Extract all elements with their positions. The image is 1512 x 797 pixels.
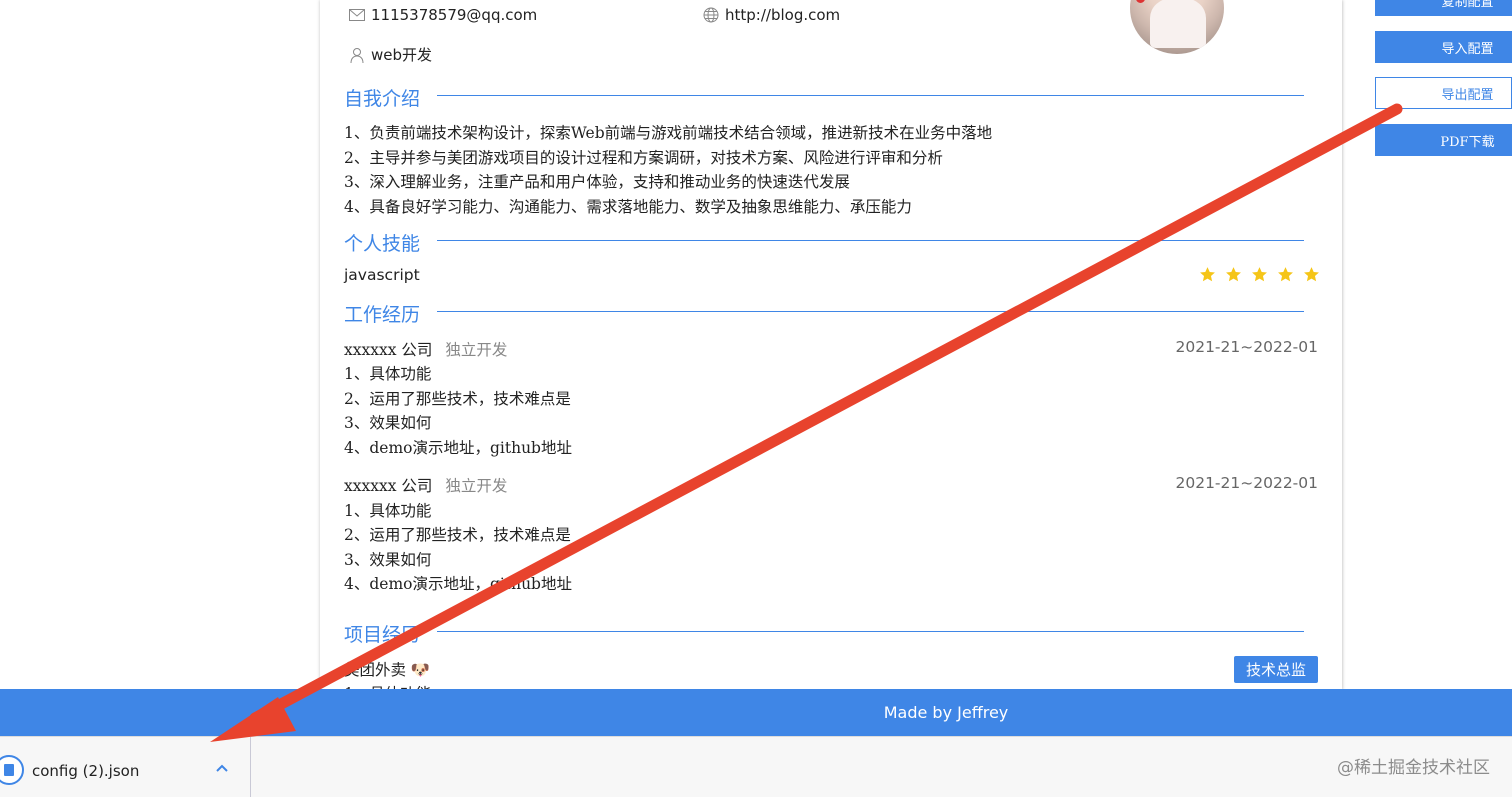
- avatar: [1130, 0, 1224, 54]
- file-icon: [0, 755, 24, 785]
- section-divider: [437, 95, 1304, 96]
- resume-sheet: 1115378579@qq.com http://blog.com web开发 …: [320, 0, 1342, 690]
- globe-icon: [703, 7, 719, 23]
- section-divider: [437, 240, 1304, 241]
- work-line: 4、demo演示地址，github地址: [344, 439, 572, 457]
- download-bar: config (2).json @稀土掘金技术社区: [0, 736, 1512, 797]
- import-config-button[interactable]: 导入配置: [1375, 31, 1512, 63]
- star-icon: [1252, 267, 1267, 282]
- work-line: 3、效果如何: [344, 551, 432, 569]
- work-period: 2021-21~2022-01: [1175, 474, 1318, 492]
- intro-line: 3、深入理解业务，注重产品和用户体验，支持和推动业务的快速迭代发展: [344, 173, 850, 191]
- intro-line: 1、负责前端技术架构设计，探索Web前端与游戏前端技术结合领域，推进新技术在业务…: [344, 124, 993, 142]
- section-title-work: 工作经历: [344, 304, 421, 326]
- work-position: 独立开发: [445, 341, 508, 359]
- work-line: 1、具体功能: [344, 365, 432, 383]
- work-line: 4、demo演示地址，github地址: [344, 575, 572, 593]
- section-title-intro: 自我介绍: [344, 88, 421, 110]
- mail-icon: [349, 9, 365, 21]
- work-line: 2、运用了那些技术，技术难点是: [344, 526, 571, 544]
- project-role-badge: 技术总监: [1233, 656, 1318, 683]
- work-line: 3、效果如何: [344, 414, 432, 432]
- project-name: 美团外卖 🐶: [344, 661, 431, 679]
- intro-line: 2、主导并参与美团游戏项目的设计过程和方案调研，对技术方案、风险进行评审和分析: [344, 149, 943, 167]
- email-contact: 1115378579@qq.com: [349, 6, 537, 24]
- footer-text: Made by Jeffrey: [883, 703, 1009, 722]
- pdf-download-button[interactable]: PDF下载: [1375, 124, 1512, 156]
- role-text: web开发: [371, 46, 433, 64]
- star-icon: [1278, 267, 1293, 282]
- intro-line: 4、具备良好学习能力、沟通能力、需求落地能力、数学及抽象思维能力、承压能力: [344, 198, 912, 216]
- section-title-skills: 个人技能: [344, 233, 421, 255]
- role-contact: web开发: [349, 44, 432, 65]
- work-company: xxxxxx 公司: [344, 477, 433, 495]
- star-icon: [1200, 267, 1215, 282]
- work-line: 2、运用了那些技术，技术难点是: [344, 390, 571, 408]
- watermark: @稀土掘金技术社区: [1337, 758, 1490, 778]
- user-icon: [350, 47, 364, 63]
- work-position: 独立开发: [445, 477, 508, 495]
- work-line: 1、具体功能: [344, 502, 432, 520]
- copy-config-button[interactable]: 复制配置: [1375, 0, 1512, 16]
- export-config-button[interactable]: 导出配置: [1375, 77, 1512, 109]
- work-period: 2021-21~2022-01: [1175, 338, 1318, 356]
- star-icon: [1304, 267, 1319, 282]
- work-header: xxxxxx 公司 独立开发: [344, 474, 507, 496]
- skill-name: javascript: [344, 266, 420, 284]
- blog-text: http://blog.com: [725, 6, 841, 24]
- work-company: xxxxxx 公司: [344, 341, 433, 359]
- section-title-project: 项目经历: [344, 624, 421, 646]
- section-divider: [437, 311, 1304, 312]
- download-file-name[interactable]: config (2).json: [32, 762, 139, 780]
- download-item[interactable]: config (2).json: [0, 737, 251, 797]
- work-header: xxxxxx 公司 独立开发: [344, 338, 507, 360]
- blog-contact: http://blog.com: [703, 6, 840, 24]
- section-divider: [437, 631, 1304, 632]
- footer: Made by Jeffrey: [0, 689, 1512, 736]
- chevron-up-icon[interactable]: [214, 761, 230, 777]
- skill-rating: [1199, 266, 1320, 283]
- email-text: 1115378579@qq.com: [371, 6, 538, 24]
- star-icon: [1226, 267, 1241, 282]
